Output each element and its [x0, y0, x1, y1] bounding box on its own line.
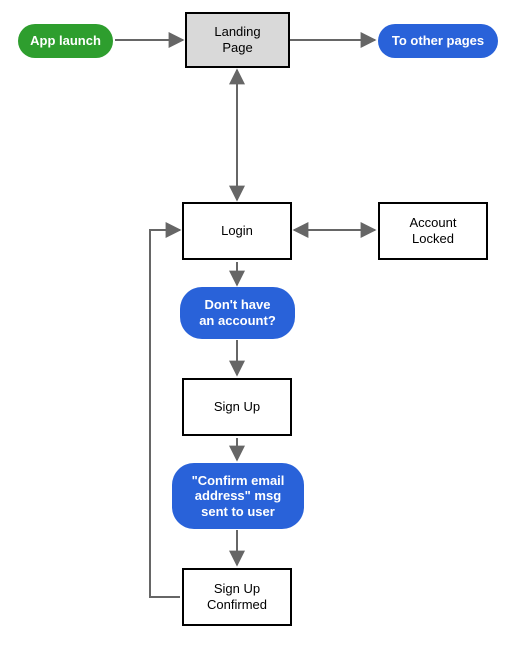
flow-diagram: App launch Landing Page To other pages L… [0, 0, 523, 654]
decision-node-no-account: Don't have an account? [180, 287, 295, 339]
page-node-sign-up-confirmed: Sign Up Confirmed [182, 568, 292, 626]
message-node-confirm-email: "Confirm email address" msg sent to user [172, 463, 304, 529]
label: Login [221, 223, 253, 239]
label: "Confirm email address" msg sent to user [192, 473, 285, 520]
label: To other pages [392, 33, 484, 49]
start-node-app-launch: App launch [18, 24, 113, 58]
page-node-landing-page: Landing Page [185, 12, 290, 68]
label: Don't have an account? [199, 297, 276, 328]
page-node-login: Login [182, 202, 292, 260]
page-node-sign-up: Sign Up [182, 378, 292, 436]
label: Account Locked [410, 215, 457, 246]
label: Landing Page [214, 24, 260, 55]
page-node-account-locked: Account Locked [378, 202, 488, 260]
label: Sign Up Confirmed [207, 581, 267, 612]
label: Sign Up [214, 399, 260, 415]
label: App launch [30, 33, 101, 49]
link-node-to-other-pages: To other pages [378, 24, 498, 58]
